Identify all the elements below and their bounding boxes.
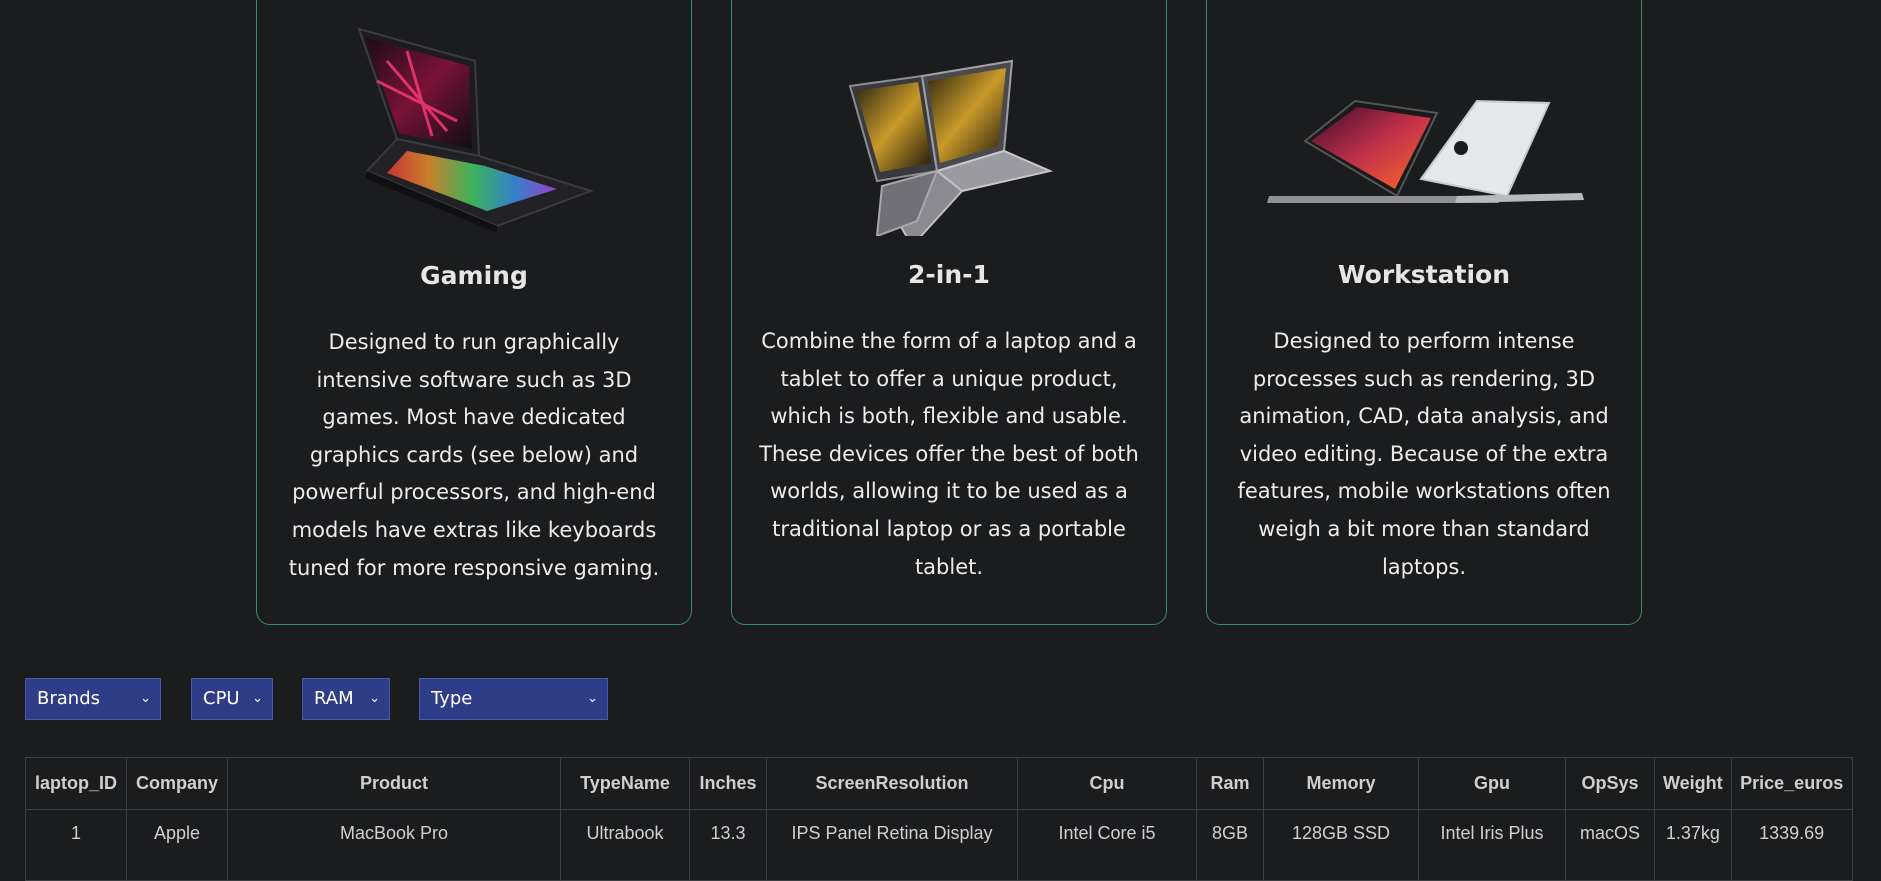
convertible-laptop-image [732,21,1166,248]
card-description: Designed to perform intense processes su… [1237,329,1611,579]
table-cell: 1 [25,809,127,881]
table-cell: 8GB [1196,809,1264,881]
table-cell: 1.37kg [1654,809,1732,881]
laptop-type-cards: Gaming Designed to run graphically inten… [0,0,1881,627]
select-label: Type [431,688,473,709]
chevron-down-icon: ⌄ [140,691,151,706]
column-header[interactable]: OpSys [1565,757,1655,810]
ram-select[interactable]: RAM ⌄ [302,678,390,720]
column-header[interactable]: Product [227,757,561,810]
card-title: Workstation [1337,260,1510,289]
table-cell: Intel Core i5 [1017,809,1197,881]
column-header[interactable]: Gpu [1418,757,1566,810]
chevron-down-icon: ⌄ [587,691,598,706]
column-header[interactable]: ScreenResolution [766,757,1018,810]
laptops-table: laptop_ID Company Product TypeName Inche… [25,757,1853,881]
card-gaming: Gaming Designed to run graphically inten… [256,0,692,625]
card-2-in-1: 2-in-1 Combine the form of a laptop and … [731,0,1167,625]
column-header[interactable]: Price_euros [1730,757,1853,810]
select-label: CPU [203,688,240,709]
column-header[interactable]: Inches [689,757,767,810]
column-header[interactable]: TypeName [560,757,690,810]
column-header[interactable]: Company [126,757,228,810]
card-workstation: Workstation Designed to perform intense … [1206,0,1642,625]
table-row[interactable]: 1 Apple MacBook Pro Ultrabook 13.3 IPS P… [25,809,1853,881]
workstation-laptop-image [1207,21,1641,236]
cpu-select[interactable]: CPU ⌄ [191,678,273,720]
select-label: Brands [37,688,100,709]
table-cell: macOS [1565,809,1655,881]
table-cell: Ultrabook [560,809,690,881]
column-header[interactable]: Cpu [1017,757,1197,810]
table-cell: Intel Iris Plus [1418,809,1566,881]
table-cell: 13.3 [689,809,767,881]
table-cell: 1339.69 [1730,809,1853,881]
column-header[interactable]: Weight [1654,757,1732,810]
brands-select[interactable]: Brands ⌄ [25,678,161,720]
column-header[interactable]: laptop_ID [25,757,127,810]
table-header-row: laptop_ID Company Product TypeName Inche… [25,757,1853,810]
card-title: Gaming [420,261,528,290]
column-header[interactable]: Memory [1263,757,1419,810]
table-cell: MacBook Pro [227,809,561,881]
card-title: 2-in-1 [908,260,990,289]
column-header[interactable]: Ram [1196,757,1264,810]
card-description: Combine the form of a laptop and a table… [759,329,1139,579]
chevron-down-icon: ⌄ [369,691,380,706]
chevron-down-icon: ⌄ [252,691,263,706]
table-cell: IPS Panel Retina Display [766,809,1018,881]
select-label: RAM [314,688,354,709]
type-select[interactable]: Type ⌄ [419,678,608,720]
gaming-laptop-image [257,21,691,236]
table-cell: Apple [126,809,228,881]
card-description: Designed to run graphically intensive so… [288,330,660,580]
table-cell: 128GB SSD [1263,809,1419,881]
